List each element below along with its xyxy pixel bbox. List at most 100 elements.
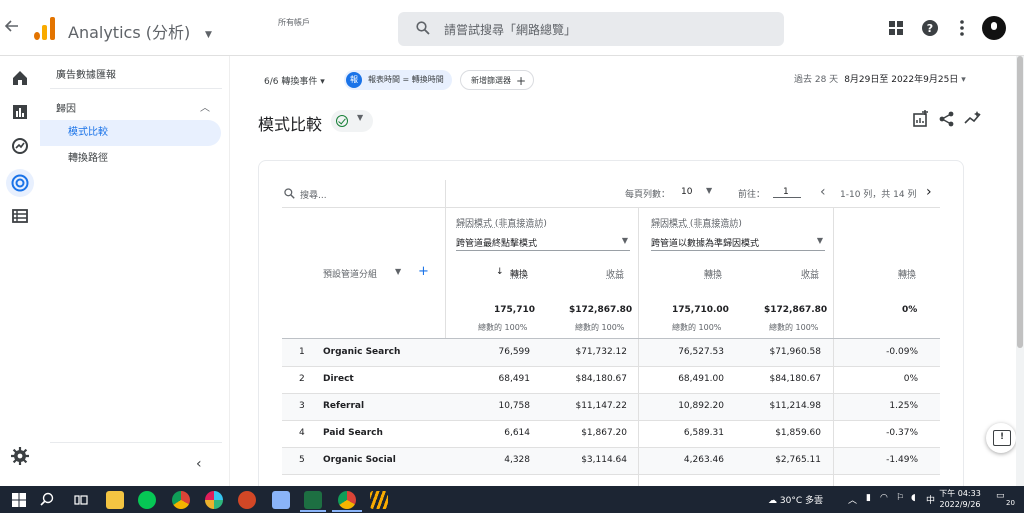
account-label[interactable]: 所有帳戶 <box>278 17 310 28</box>
nav-item-conversion-paths[interactable]: 轉換路徑 <box>40 146 221 172</box>
windows-start-icon[interactable] <box>10 491 28 509</box>
customize-report-icon[interactable] <box>912 110 930 128</box>
nav-section-attribution[interactable]: 歸因 <box>56 100 76 115</box>
system-clock[interactable]: 下午 04:33 2022/9/26 <box>936 488 984 510</box>
sort-arrow-icon[interactable]: ↓ <box>496 267 504 277</box>
share-icon[interactable] <box>938 110 956 128</box>
row-revenue-b: $2,765.11 <box>775 455 821 465</box>
col-header-conversions-a[interactable]: 轉換 <box>510 267 528 280</box>
notes-app-icon[interactable] <box>272 491 290 509</box>
file-explorer-icon[interactable] <box>106 491 124 509</box>
row-channel[interactable]: Direct <box>323 374 354 384</box>
row-channel[interactable]: Organic Social <box>323 455 396 465</box>
column-divider <box>638 339 639 486</box>
explore-icon[interactable] <box>10 136 30 156</box>
rows-per-page-caret-icon[interactable]: ▼ <box>706 186 712 195</box>
dimension-caret-icon[interactable]: ▼ <box>395 267 401 276</box>
ime-indicator[interactable]: 中 <box>926 493 935 506</box>
wifi-icon[interactable]: ◠ <box>880 493 888 503</box>
reporting-time-chip[interactable]: 報 報表時間 = 轉換時間 <box>344 70 452 90</box>
tray-up-arrow-icon[interactable]: ︿ <box>848 493 857 506</box>
collapse-nav-icon[interactable]: ‹ <box>196 456 202 472</box>
col-header-conversions-b[interactable]: 轉換 <box>704 267 722 280</box>
chevron-down-icon: ▼ <box>357 113 364 122</box>
chrome-active-icon[interactable] <box>338 491 356 509</box>
task-view-icon[interactable] <box>72 491 90 509</box>
avatar[interactable] <box>982 16 1006 40</box>
model-b-underline <box>651 250 825 251</box>
model-a-caret-icon: ▼ <box>621 236 628 245</box>
goto-page-input[interactable]: 1 <box>773 187 801 198</box>
rows-per-page-label: 每頁列數： <box>625 190 671 200</box>
column-divider <box>445 180 446 338</box>
row-revenue-a: $84,180.67 <box>575 374 627 384</box>
row-channel[interactable]: Paid Search <box>323 428 383 438</box>
winrar-icon[interactable] <box>370 491 388 509</box>
total-conversions-a: 175,710 <box>494 305 535 315</box>
nav-divider <box>50 88 222 89</box>
col-header-revenue-b[interactable]: 收益 <box>801 267 819 280</box>
date-range-caret-icon: ▾ <box>961 75 966 85</box>
excel-icon[interactable] <box>304 491 322 509</box>
row-change: 0% <box>903 374 918 384</box>
more-vert-icon[interactable] <box>952 18 972 38</box>
search-icon[interactable] <box>38 491 56 509</box>
scrollbar-thumb[interactable] <box>1017 56 1023 348</box>
row-conversions-a: 76,599 <box>498 347 531 357</box>
goto-label: 前往： <box>738 190 766 200</box>
row-revenue-a: $11,147.22 <box>575 401 627 411</box>
row-index: 2 <box>299 374 305 384</box>
model-b-caret-icon: ▼ <box>816 236 823 245</box>
configure-list-icon[interactable] <box>10 206 30 226</box>
chrome-icon[interactable] <box>172 491 190 509</box>
back-arrow-icon[interactable] <box>4 18 22 38</box>
add-filter-button[interactable]: 新增篩選器 + <box>460 70 534 90</box>
conversion-events-selector[interactable]: 6/6 轉換事件 ▾ <box>264 74 325 87</box>
dimension-selector[interactable]: 預設管道分組 <box>323 267 377 280</box>
notification-center-icon[interactable]: ▭ <box>996 491 1005 501</box>
svg-text:?: ? <box>927 22 933 35</box>
rows-per-page-select[interactable]: 10 <box>681 187 692 197</box>
nav-divider-bottom <box>50 442 222 443</box>
prev-page-icon[interactable]: ‹ <box>820 184 826 200</box>
reports-icon[interactable] <box>10 102 30 122</box>
add-dimension-plus-icon[interactable]: + <box>418 264 429 279</box>
admin-gear-icon[interactable] <box>10 446 30 466</box>
line-app-icon[interactable] <box>138 491 156 509</box>
side-nav: 廣告數據匯報 歸因 ︿ 模式比較 轉換路徑 ‹ <box>40 56 230 486</box>
left-rail <box>0 56 40 486</box>
weather-widget[interactable]: ☁ 30°C 多雲 <box>768 493 823 506</box>
table-search-input[interactable]: 搜尋... <box>300 188 327 201</box>
volume-icon[interactable]: ◖ <box>911 493 916 503</box>
next-page-icon[interactable]: › <box>926 184 932 200</box>
apps-grid-icon[interactable] <box>886 18 906 38</box>
row-channel[interactable]: Organic Search <box>323 347 400 357</box>
row-channel[interactable]: Referral <box>323 401 364 411</box>
row-conversions-b: 68,491.00 <box>678 374 724 384</box>
battery-icon[interactable]: ▮ <box>866 493 871 503</box>
feedback-chat-button[interactable] <box>986 423 1016 453</box>
slack-icon[interactable] <box>205 491 223 509</box>
search-bar[interactable]: 請嘗試搜尋「網路總覽」 <box>398 12 784 46</box>
model-b-select[interactable]: 跨管道以數據為準歸因模式 ▼ <box>651 236 825 249</box>
status-check-chip[interactable]: ▼ <box>331 110 373 132</box>
help-icon[interactable]: ? <box>920 18 940 38</box>
account-dropdown-caret-icon[interactable]: ▼ <box>205 30 212 40</box>
page-scrollbar[interactable] <box>1016 56 1024 486</box>
network-icon[interactable]: ⚐ <box>896 493 904 503</box>
col-header-change[interactable]: 轉換 <box>898 267 916 280</box>
pagination-label: 1-10 列，共 14 列 <box>840 190 917 200</box>
model-a-select[interactable]: 跨管道最終點擊模式 ▼ <box>456 236 630 249</box>
advertising-icon[interactable] <box>10 173 30 193</box>
date-range-selector[interactable]: 過去 28 天 8月29日至 2022年9月25日 ▾ <box>794 72 966 85</box>
insights-icon[interactable] <box>964 110 982 128</box>
row-index: 5 <box>299 455 305 465</box>
powerpoint-icon[interactable] <box>238 491 256 509</box>
row-revenue-b: $84,180.67 <box>769 374 821 384</box>
row-conversions-a: 68,491 <box>498 374 531 384</box>
col-header-revenue-a[interactable]: 收益 <box>606 267 624 280</box>
home-icon[interactable] <box>10 68 30 88</box>
search-placeholder: 請嘗試搜尋「網路總覽」 <box>444 23 577 37</box>
chevron-up-icon[interactable]: ︿ <box>200 99 210 114</box>
nav-item-model-comparison[interactable]: 模式比較 <box>40 120 221 146</box>
